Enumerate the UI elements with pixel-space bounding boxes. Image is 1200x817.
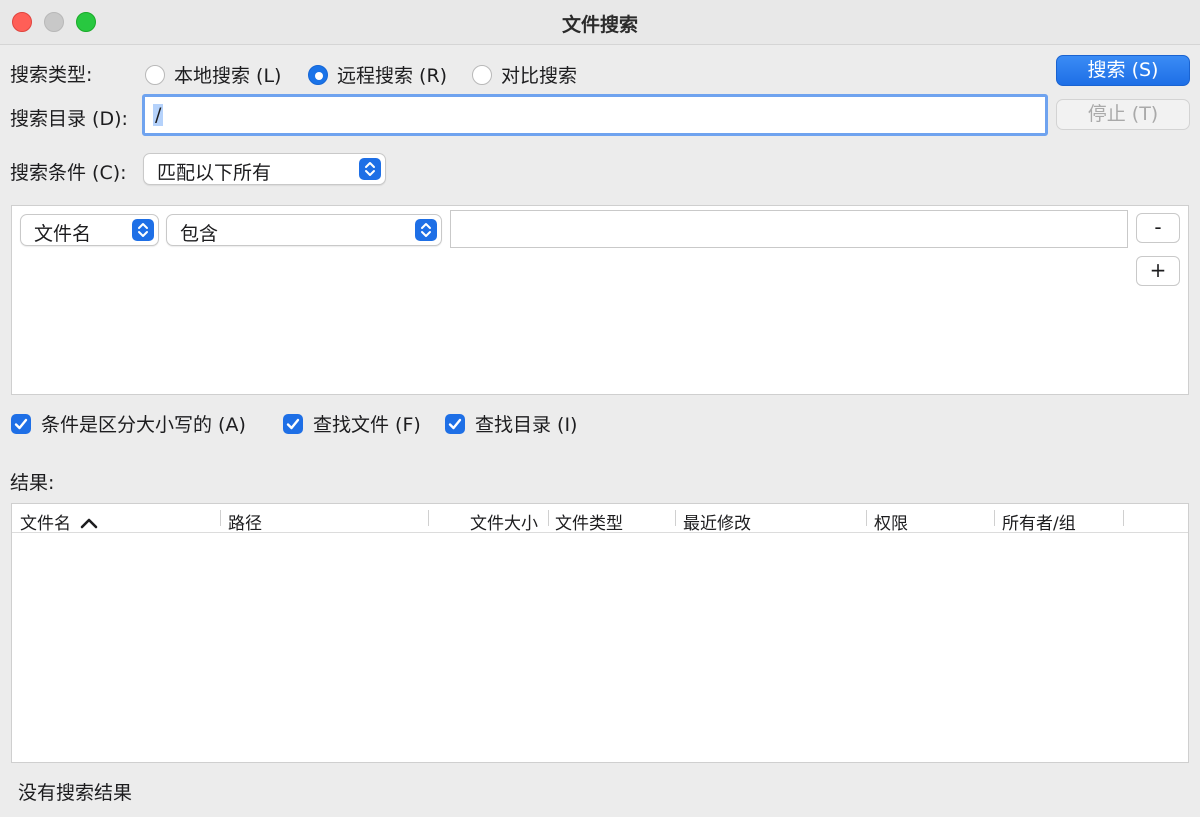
- criteria-field-value: 文件名: [34, 223, 92, 245]
- criteria-field-select[interactable]: 文件名: [20, 214, 159, 246]
- updown-arrows-icon: [415, 219, 437, 241]
- radio-compare[interactable]: 对比搜索: [472, 61, 577, 88]
- find-dirs-checkbox[interactable]: [445, 413, 465, 434]
- criteria-panel: 文件名 包含 - +: [11, 205, 1189, 395]
- window-title: 文件搜索: [561, 14, 638, 36]
- find-dirs-option[interactable]: 查找目录 (I): [445, 410, 577, 437]
- search-button[interactable]: 搜索 (S): [1056, 55, 1190, 86]
- criteria-value-input[interactable]: [450, 210, 1128, 248]
- radio-remote[interactable]: 远程搜索 (R): [308, 61, 447, 88]
- updown-arrows-icon: [132, 219, 154, 241]
- chevron-up-icon: [80, 518, 98, 529]
- stop-button[interactable]: 停止 (T): [1056, 99, 1190, 130]
- column-separator[interactable]: [866, 510, 867, 526]
- updown-arrows-icon: [359, 158, 381, 180]
- radio-compare-label[interactable]: 对比搜索: [501, 61, 577, 88]
- column-header-owner[interactable]: 所有者/组: [1002, 509, 1076, 534]
- case-sensitive-label[interactable]: 条件是区分大小写的 (A): [41, 410, 246, 437]
- find-files-option[interactable]: 查找文件 (F): [283, 410, 421, 437]
- condition-select[interactable]: 匹配以下所有: [143, 153, 386, 185]
- case-sensitive-option[interactable]: 条件是区分大小写的 (A): [11, 410, 246, 437]
- find-files-checkbox[interactable]: [283, 413, 303, 434]
- radio-compare-button[interactable]: [472, 64, 492, 85]
- column-separator[interactable]: [994, 510, 995, 526]
- remove-criteria-button[interactable]: -: [1136, 213, 1180, 243]
- results-table-header: 文件名 路径 文件大小 文件类型 最近修改 权限 所有者/组: [12, 504, 1188, 534]
- search-type-label: 搜索类型:: [10, 64, 93, 86]
- column-separator[interactable]: [675, 510, 676, 526]
- condition-label: 搜索条件 (C):: [10, 162, 127, 184]
- column-header-permissions[interactable]: 权限: [874, 509, 908, 534]
- radio-local-button[interactable]: [145, 64, 165, 85]
- title-bar: 文件搜索: [0, 0, 1200, 45]
- radio-local[interactable]: 本地搜索 (L): [145, 61, 281, 88]
- directory-label: 搜索目录 (D):: [10, 108, 128, 130]
- results-label: 结果:: [10, 472, 55, 494]
- column-separator[interactable]: [548, 510, 549, 526]
- criteria-operator-select[interactable]: 包含: [166, 214, 442, 246]
- column-separator[interactable]: [220, 510, 221, 526]
- add-criteria-button[interactable]: +: [1136, 256, 1180, 286]
- column-header-type[interactable]: 文件类型: [555, 509, 623, 534]
- column-separator[interactable]: [1123, 510, 1124, 526]
- column-header-filename[interactable]: 文件名: [20, 509, 99, 534]
- column-separator[interactable]: [428, 510, 429, 526]
- directory-input[interactable]: /: [142, 94, 1048, 136]
- column-header-modified[interactable]: 最近修改: [683, 509, 751, 534]
- criteria-operator-value: 包含: [180, 223, 219, 245]
- column-header-size[interactable]: 文件大小: [470, 509, 538, 534]
- status-text: 没有搜索结果: [18, 782, 133, 804]
- file-search-window: 文件搜索 搜索类型: 本地搜索 (L) 远程搜索 (R) 对比搜索 搜索 (S)…: [0, 0, 1200, 817]
- case-sensitive-checkbox[interactable]: [11, 413, 31, 434]
- column-header-path[interactable]: 路径: [228, 509, 262, 534]
- radio-remote-label[interactable]: 远程搜索 (R): [337, 61, 447, 88]
- find-dirs-label[interactable]: 查找目录 (I): [475, 410, 577, 437]
- find-files-label[interactable]: 查找文件 (F): [313, 410, 421, 437]
- radio-local-label[interactable]: 本地搜索 (L): [174, 61, 281, 88]
- results-table[interactable]: 文件名 路径 文件大小 文件类型 最近修改 权限 所有者/组: [11, 503, 1189, 763]
- directory-value: /: [153, 104, 164, 126]
- radio-remote-button[interactable]: [308, 64, 328, 85]
- condition-select-value: 匹配以下所有: [157, 162, 272, 184]
